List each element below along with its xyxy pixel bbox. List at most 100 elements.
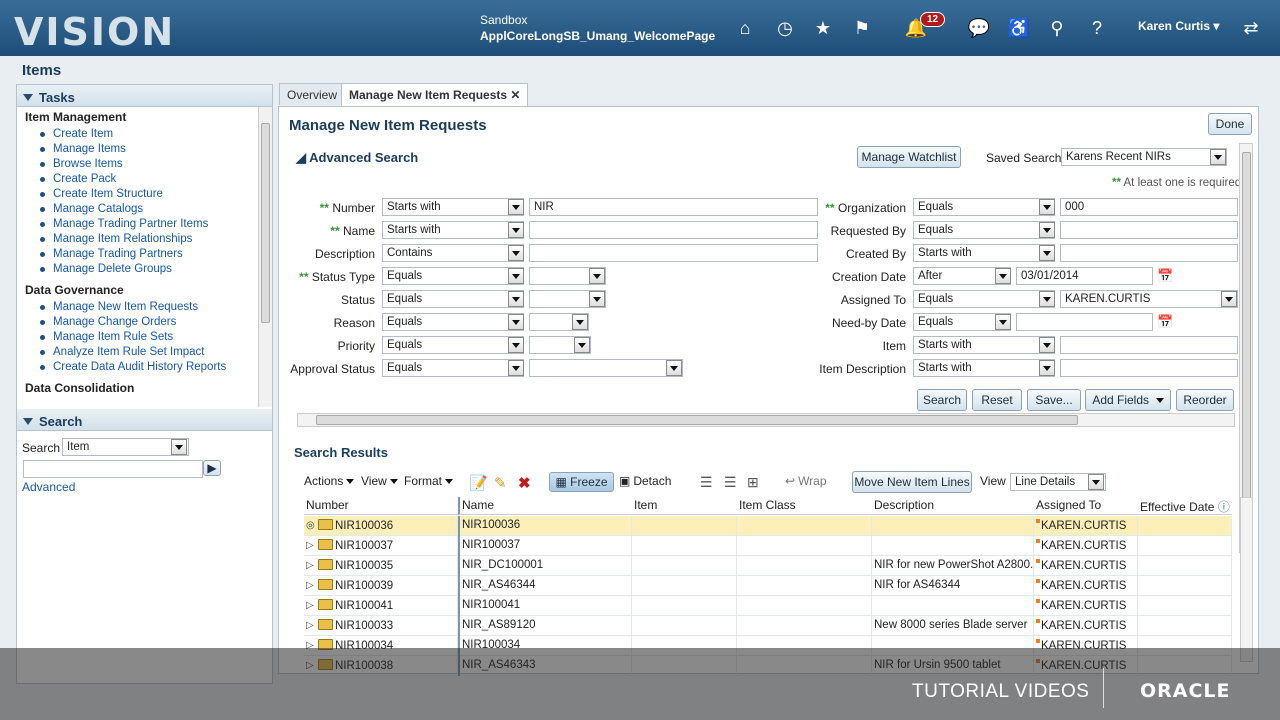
chevron-down-icon[interactable] — [589, 268, 605, 284]
task-link[interactable]: Manage Item Relationships — [40, 232, 259, 247]
format-menu[interactable]: Format — [404, 474, 454, 488]
calendar-icon[interactable]: 📅 — [1157, 314, 1173, 330]
view-menu[interactable]: View — [361, 474, 398, 488]
saved-search-select[interactable]: Karens Recent NIRs — [1061, 148, 1227, 166]
criteria-value-input[interactable] — [529, 359, 683, 377]
table-row[interactable]: ▷ NIR100037 NIR100037 KAREN.CURTIS — [304, 536, 1232, 556]
close-icon[interactable]: ✕ — [510, 88, 520, 102]
chevron-down-icon[interactable] — [1039, 291, 1055, 307]
help-icon[interactable]: ? — [1084, 15, 1110, 41]
search-keyword-input[interactable] — [23, 460, 203, 478]
column-header[interactable]: Number — [304, 497, 458, 515]
nir-number[interactable]: NIR100039 — [335, 580, 393, 592]
chevron-down-icon[interactable] — [1039, 222, 1055, 238]
add-fields-button[interactable]: Add Fields — [1085, 389, 1171, 411]
criteria-value-input[interactable] — [1060, 336, 1238, 354]
operator-select[interactable]: Equals — [382, 267, 524, 285]
chevron-down-icon[interactable] — [508, 291, 524, 307]
table-row[interactable]: ▷ NIR100035 NIR_DC100001 NIR for new PowerS… — [304, 556, 1232, 576]
main-scrollbar[interactable] — [1239, 143, 1253, 553]
manage-watchlist-button[interactable]: Manage Watchlist — [857, 146, 961, 168]
grid-scrollbar[interactable] — [1240, 497, 1253, 662]
flag-icon[interactable]: ⚑ — [849, 15, 875, 41]
column-header[interactable]: Effective Date ⓘ — [1138, 497, 1232, 515]
expand-icon[interactable]: ◎ — [306, 520, 315, 531]
chevron-down-icon[interactable] — [508, 222, 524, 238]
sandbox-info[interactable]: Sandbox ApplCoreLongSB_Umang_WelcomePage — [480, 12, 715, 44]
detach-button[interactable]: ▣ Detach — [619, 474, 671, 488]
table-row[interactable]: ▷ NIR100033 NIR_AS89120 New 8000 series Bla… — [304, 616, 1232, 636]
reset-button[interactable]: Reset — [972, 389, 1022, 411]
operator-select[interactable]: Contains — [382, 244, 524, 262]
actions-menu[interactable]: Actions — [304, 474, 355, 488]
task-link[interactable]: Manage Delete Groups — [40, 262, 259, 277]
task-link[interactable]: Manage New Item Requests — [40, 300, 259, 315]
chevron-down-icon[interactable] — [589, 291, 605, 307]
tasks-header[interactable]: Tasks — [17, 85, 272, 107]
operator-select[interactable]: Starts with — [382, 221, 524, 239]
chevron-down-icon[interactable] — [508, 268, 524, 284]
criteria-value-input[interactable]: 03/01/2014 — [1016, 267, 1153, 285]
column-header[interactable]: Assigned To — [1034, 497, 1138, 515]
criteria-value-input[interactable] — [1060, 359, 1238, 377]
tab-overview[interactable]: Overview — [279, 83, 346, 105]
search-icon[interactable]: ⚲ — [1044, 15, 1070, 41]
nir-number[interactable]: NIR100036 — [335, 520, 393, 532]
outdent-icon[interactable]: ☰ — [700, 474, 713, 491]
hierarchy-icon[interactable]: ⊞ — [747, 474, 759, 491]
chevron-down-icon[interactable] — [1221, 291, 1237, 307]
task-link[interactable]: Manage Trading Partner Items — [40, 217, 259, 232]
indent-icon[interactable]: ☰ — [724, 474, 737, 491]
chevron-down-icon[interactable] — [574, 337, 590, 353]
task-link[interactable]: Analyze Item Rule Set Impact — [40, 345, 259, 360]
search-go-button[interactable]: ▶ — [203, 460, 221, 476]
operator-select[interactable]: Starts with — [382, 198, 524, 216]
chevron-down-icon[interactable] — [1039, 245, 1055, 261]
table-row[interactable]: ◎ NIR100036 NIR100036 KAREN.CURTIS — [304, 516, 1232, 536]
accessibility-icon[interactable]: ♿ — [1006, 15, 1032, 41]
user-menu[interactable]: Karen Curtis ▾ — [1138, 19, 1219, 33]
expand-icon[interactable]: ▷ — [306, 560, 314, 571]
operator-select[interactable]: Equals — [382, 359, 524, 377]
sandbox-name[interactable]: ApplCoreLongSB_Umang_WelcomePage — [480, 28, 715, 44]
notifications-badge[interactable]: 12 — [920, 12, 946, 27]
collapse-triangle-icon[interactable]: ◢ — [296, 150, 306, 165]
operator-select[interactable]: Starts with — [913, 359, 1055, 377]
chevron-down-icon[interactable] — [1039, 360, 1055, 376]
operator-select[interactable]: Starts with — [913, 244, 1055, 262]
search-hscrollbar[interactable] — [297, 413, 1235, 427]
operator-select[interactable]: Equals — [913, 198, 1055, 216]
chevron-down-icon[interactable] — [995, 268, 1011, 284]
advanced-search-header[interactable]: ◢ Advanced Search — [296, 150, 418, 166]
table-row[interactable]: ▷ NIR100039 NIR_AS46344 NIR for AS46344 KARE… — [304, 576, 1232, 596]
column-header[interactable]: Item — [632, 497, 737, 515]
calendar-icon[interactable]: 📅 — [1157, 268, 1173, 284]
navigator-icon[interactable]: ◷ — [772, 15, 798, 41]
chevron-down-icon[interactable] — [1210, 149, 1226, 165]
expand-icon[interactable]: ▷ — [306, 600, 314, 611]
column-header[interactable]: Name — [458, 497, 632, 515]
wrap-button[interactable]: ↩ Wrap — [785, 474, 827, 488]
task-link[interactable]: Browse Items — [40, 157, 259, 172]
task-link[interactable]: Manage Item Rule Sets — [40, 330, 259, 345]
collapse-triangle-icon[interactable] — [23, 93, 33, 101]
scroll-thumb[interactable] — [1242, 152, 1251, 542]
search-panel-header[interactable]: Search — [17, 409, 272, 431]
freeze-button[interactable]: ▦ Freeze — [549, 472, 614, 492]
expand-icon[interactable]: ▷ — [306, 620, 314, 631]
reorder-button[interactable]: Reorder — [1176, 389, 1234, 411]
scroll-thumb[interactable] — [261, 123, 270, 323]
criteria-value-input[interactable] — [1060, 244, 1238, 262]
chevron-down-icon[interactable] — [508, 199, 524, 215]
chat-icon[interactable]: 💬 — [966, 15, 992, 41]
task-link[interactable]: Manage Catalogs — [40, 202, 259, 217]
task-link[interactable]: Create Item Structure — [40, 187, 259, 202]
chevron-down-icon[interactable] — [995, 314, 1011, 330]
column-header[interactable]: Description — [872, 497, 1034, 515]
chevron-down-icon[interactable] — [171, 439, 187, 455]
task-link[interactable]: Create Item — [40, 127, 259, 142]
operator-select[interactable]: Equals — [913, 290, 1055, 308]
criteria-value-input[interactable]: NIR — [529, 198, 818, 216]
nir-number[interactable]: NIR100037 — [335, 540, 393, 552]
operator-select[interactable]: Equals — [382, 313, 524, 331]
